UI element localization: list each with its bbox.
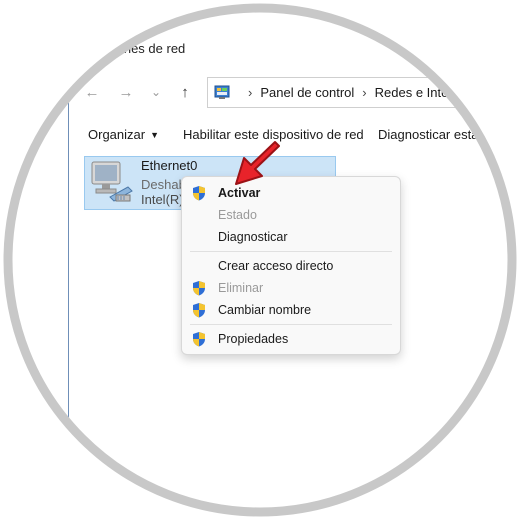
adapter-status: Deshab — [141, 177, 186, 192]
back-arrow-icon[interactable]: ← — [83, 84, 101, 101]
menu-item-label: Activar — [218, 186, 261, 200]
network-connections-window: exiones de red ← → ⌄ ↑ › Panel de contro… — [0, 0, 520, 520]
enable-device-button[interactable]: Habilitar este dispositivo de red — [183, 127, 364, 142]
menu-item-diagnosticar[interactable]: Diagnosticar — [182, 226, 400, 248]
control-panel-icon — [214, 84, 232, 102]
shield-icon — [192, 280, 206, 296]
context-menu: Activar Estado Diagnosticar Crear acceso… — [181, 176, 401, 355]
breadcrumb-separator: › — [248, 85, 253, 100]
menu-item-label: Diagnosticar — [218, 230, 288, 244]
window-title: exiones de red — [100, 41, 186, 56]
menu-item-label: Eliminar — [218, 281, 264, 295]
menu-item-propiedades[interactable]: Propiedades — [182, 328, 400, 350]
menu-item-label: Estado — [218, 208, 257, 222]
menu-item-eliminar: Eliminar — [182, 277, 400, 299]
up-arrow-icon[interactable]: ↑ — [176, 84, 194, 101]
menu-item-activar[interactable]: Activar — [182, 182, 400, 204]
adapter-device: Intel(R) — [141, 192, 184, 207]
menu-item-label: Crear acceso directo — [218, 259, 334, 273]
menu-item-label: Cambiar nombre — [218, 303, 312, 317]
menu-item-cambiar-nombre[interactable]: Cambiar nombre — [182, 299, 400, 321]
recent-locations-chevron-icon[interactable]: ⌄ — [147, 84, 165, 100]
shield-icon — [192, 331, 206, 347]
menu-separator — [190, 324, 392, 325]
dropdown-caret-icon: ▼ — [150, 130, 159, 140]
menu-separator — [190, 251, 392, 252]
address-bar[interactable]: › Panel de control › Redes e Internet — [207, 77, 520, 108]
adapter-name: Ethernet0 — [141, 158, 198, 173]
breadcrumb-network-internet[interactable]: Redes e Internet — [375, 85, 471, 100]
menu-item-label: Propiedades — [218, 332, 289, 346]
menu-item-estado: Estado — [182, 204, 400, 226]
breadcrumb-control-panel[interactable]: Panel de control — [260, 85, 354, 100]
organize-button[interactable]: Organizar ▼ — [88, 127, 159, 142]
shield-icon — [192, 185, 206, 201]
breadcrumb-separator: › — [362, 85, 367, 100]
shield-icon — [192, 302, 206, 318]
diagnose-connection-button[interactable]: Diagnosticar esta co — [378, 127, 496, 142]
network-adapter-icon — [88, 159, 136, 207]
window-left-border — [68, 64, 69, 454]
menu-item-crear-acceso-directo[interactable]: Crear acceso directo — [182, 255, 400, 277]
organize-label: Organizar — [88, 127, 146, 142]
forward-arrow-icon[interactable]: → — [117, 84, 135, 101]
